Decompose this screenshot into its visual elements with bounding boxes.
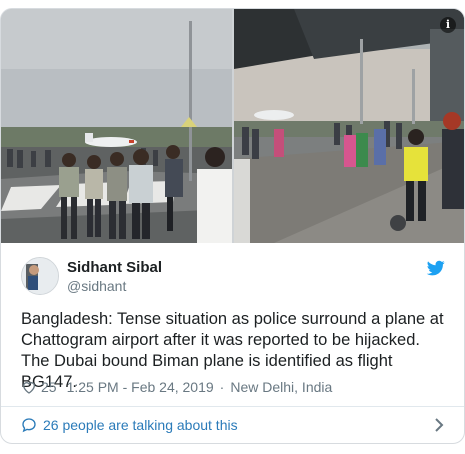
like-count[interactable]: 25 [41, 379, 57, 395]
speech-bubble-icon [22, 418, 36, 433]
heart-icon[interactable] [21, 379, 37, 395]
embedded-tweet-card[interactable]: i Sidhant Sibal @sidhant Bangladesh: Ten… [0, 8, 465, 444]
author-handle[interactable]: @sidhant [67, 278, 126, 294]
photo-terminal-crowd[interactable] [234, 9, 464, 243]
tweet-location[interactable]: New Delhi, India [230, 379, 332, 395]
chevron-right-icon[interactable] [434, 417, 444, 433]
info-icon[interactable]: i [440, 17, 456, 33]
author-name[interactable]: Sidhant Sibal [67, 259, 162, 276]
tweet-meta: 25 1:25 PM - Feb 24, 2019 · New Delhi, I… [21, 377, 332, 397]
avatar[interactable] [21, 257, 59, 295]
photo-airport-tarmac-police[interactable] [1, 9, 232, 243]
conversation-label[interactable]: 26 people are talking about this [43, 417, 238, 433]
twitter-bird-icon[interactable] [426, 259, 446, 277]
timestamp[interactable]: 1:25 PM - Feb 24, 2019 [67, 379, 214, 395]
tweet-author[interactable]: Sidhant Sibal @sidhant [21, 257, 446, 297]
conversation-link[interactable]: 26 people are talking about this [1, 407, 464, 443]
tweet-media[interactable]: i [1, 9, 464, 243]
meta-separator: · [219, 379, 225, 395]
